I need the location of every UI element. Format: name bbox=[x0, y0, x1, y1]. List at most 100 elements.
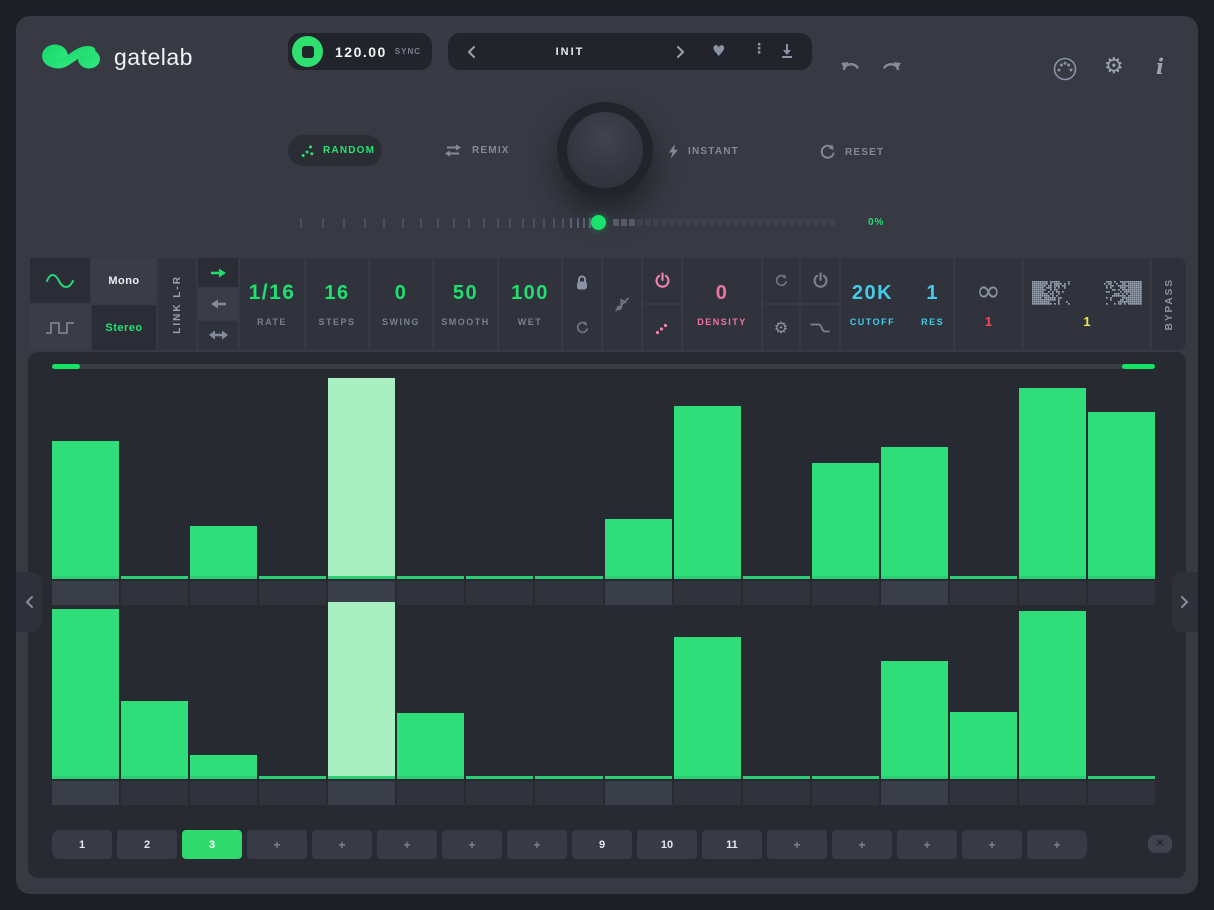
direction-backward-button[interactable] bbox=[198, 289, 238, 318]
midi-icon[interactable] bbox=[1052, 56, 1078, 82]
info-icon[interactable]: i bbox=[1156, 54, 1164, 79]
gate-step-2[interactable] bbox=[121, 602, 188, 805]
delete-pattern-button[interactable]: ✕ bbox=[1148, 835, 1172, 853]
step-pad[interactable] bbox=[190, 781, 257, 805]
gate-step-14[interactable] bbox=[950, 378, 1017, 605]
gate-step-13[interactable] bbox=[881, 378, 948, 605]
gate-step-9[interactable] bbox=[605, 378, 672, 605]
gate-step-6[interactable] bbox=[397, 602, 464, 805]
gate-step-8[interactable] bbox=[535, 378, 602, 605]
smooth-cell[interactable]: 50 SMOOTH bbox=[434, 258, 497, 350]
prev-page-tab[interactable] bbox=[16, 572, 42, 632]
remix-button[interactable]: REMIX bbox=[443, 144, 510, 157]
pattern-add-slot-12[interactable]: + bbox=[767, 830, 827, 859]
step-pad[interactable] bbox=[1019, 781, 1086, 805]
gate-step-6[interactable] bbox=[397, 378, 464, 605]
gate-step-16[interactable] bbox=[1088, 602, 1155, 805]
step-pad[interactable] bbox=[674, 781, 741, 805]
redo-icon[interactable] bbox=[882, 58, 902, 73]
gate-step-8[interactable] bbox=[535, 602, 602, 805]
gate-step-10[interactable] bbox=[674, 602, 741, 805]
filter-curve-button[interactable] bbox=[801, 305, 839, 350]
filter-cell[interactable]: 20K CUTOFF 1 RES bbox=[841, 258, 953, 350]
instant-button[interactable]: INSTANT bbox=[668, 144, 739, 159]
gate-step-12[interactable] bbox=[812, 602, 879, 805]
waveform-square-button[interactable] bbox=[30, 305, 90, 350]
stereo-button[interactable]: Stereo bbox=[92, 305, 156, 350]
rate-cell[interactable]: 1/16 RATE bbox=[240, 258, 304, 350]
gate-step-7[interactable] bbox=[466, 602, 533, 805]
mono-button[interactable]: Mono bbox=[92, 258, 156, 303]
stop-button[interactable] bbox=[292, 36, 323, 67]
waveform-sine-button[interactable] bbox=[30, 258, 90, 303]
step-pad[interactable] bbox=[812, 781, 879, 805]
gate-step-2[interactable] bbox=[121, 378, 188, 605]
save-preset-icon[interactable] bbox=[780, 43, 794, 59]
infinity-cell[interactable]: ∞ 1 bbox=[955, 258, 1022, 350]
step-pad[interactable] bbox=[328, 781, 395, 805]
filter-power-button[interactable] bbox=[801, 258, 839, 303]
pattern-button-11[interactable]: 11 bbox=[702, 830, 762, 859]
step-pad[interactable] bbox=[605, 781, 672, 805]
step-pad[interactable] bbox=[397, 781, 464, 805]
pattern-add-slot-13[interactable]: + bbox=[832, 830, 892, 859]
randomize-slider-handle[interactable] bbox=[591, 215, 606, 230]
pattern-add-slot-6[interactable]: + bbox=[377, 830, 437, 859]
gate-step-3[interactable] bbox=[190, 602, 257, 805]
pattern-add-slot-14[interactable]: + bbox=[897, 830, 957, 859]
gate-step-9[interactable] bbox=[605, 602, 672, 805]
steps-cell[interactable]: 16 STEPS bbox=[306, 258, 368, 350]
gate-step-12[interactable] bbox=[812, 378, 879, 605]
gate-step-15[interactable] bbox=[1019, 602, 1086, 805]
gate-step-4[interactable] bbox=[259, 378, 326, 605]
undo-icon[interactable] bbox=[840, 58, 860, 73]
favorite-icon[interactable]: ♥ bbox=[712, 42, 725, 60]
step-pad[interactable] bbox=[743, 781, 810, 805]
step-pad[interactable] bbox=[881, 781, 948, 805]
step-pad[interactable] bbox=[950, 781, 1017, 805]
strip-refresh-button[interactable] bbox=[763, 258, 799, 303]
step-pad[interactable] bbox=[466, 781, 533, 805]
sync-label[interactable]: SYNC bbox=[395, 47, 421, 56]
pattern-button-10[interactable]: 10 bbox=[637, 830, 697, 859]
next-page-tab[interactable] bbox=[1172, 572, 1198, 632]
gate-step-5[interactable] bbox=[328, 602, 395, 805]
gate-step-3[interactable] bbox=[190, 378, 257, 605]
randomize-slider-track[interactable] bbox=[613, 219, 841, 226]
gate-step-5[interactable] bbox=[328, 378, 395, 605]
step-pad[interactable] bbox=[535, 781, 602, 805]
settings-gear-icon[interactable]: ⚙ bbox=[1104, 54, 1124, 79]
step-pad[interactable] bbox=[1088, 781, 1155, 805]
gate-step-15[interactable] bbox=[1019, 378, 1086, 605]
pattern-button-3[interactable]: 3 bbox=[182, 830, 242, 859]
gate-step-1[interactable] bbox=[52, 378, 119, 605]
pattern-add-slot-8[interactable]: + bbox=[507, 830, 567, 859]
step-pad[interactable] bbox=[121, 781, 188, 805]
gate-step-16[interactable] bbox=[1088, 378, 1155, 605]
pattern-button-9[interactable]: 9 bbox=[572, 830, 632, 859]
dither-cell[interactable]: 1 bbox=[1024, 258, 1150, 350]
direction-forward-button[interactable] bbox=[198, 258, 238, 287]
preset-next-icon[interactable] bbox=[676, 45, 686, 59]
pattern-add-slot-15[interactable]: + bbox=[962, 830, 1022, 859]
pattern-add-slot-7[interactable]: + bbox=[442, 830, 502, 859]
main-knob[interactable] bbox=[557, 102, 653, 198]
pattern-add-slot-5[interactable]: + bbox=[312, 830, 372, 859]
gate-step-11[interactable] bbox=[743, 378, 810, 605]
wet-cell[interactable]: 100 WET bbox=[499, 258, 561, 350]
gate-step-4[interactable] bbox=[259, 602, 326, 805]
gate-step-10[interactable] bbox=[674, 378, 741, 605]
preset-name[interactable]: INIT bbox=[508, 46, 632, 58]
swing-cell[interactable]: 0 SWING bbox=[370, 258, 432, 350]
density-cell[interactable]: 0 DENSITY bbox=[683, 258, 761, 350]
preset-menu-icon[interactable]: ⋮ bbox=[752, 41, 766, 57]
step-pad[interactable] bbox=[52, 781, 119, 805]
gate-step-1[interactable] bbox=[52, 602, 119, 805]
direction-pingpong-button[interactable] bbox=[198, 321, 238, 350]
step-pad[interactable] bbox=[259, 781, 326, 805]
gate-step-11[interactable] bbox=[743, 602, 810, 805]
density-power-button[interactable] bbox=[643, 258, 681, 303]
reset-button[interactable]: RESET bbox=[820, 144, 884, 160]
bpm-value[interactable]: 120.00 bbox=[335, 44, 387, 60]
strip-gear-button[interactable]: ⚙ bbox=[763, 305, 799, 350]
